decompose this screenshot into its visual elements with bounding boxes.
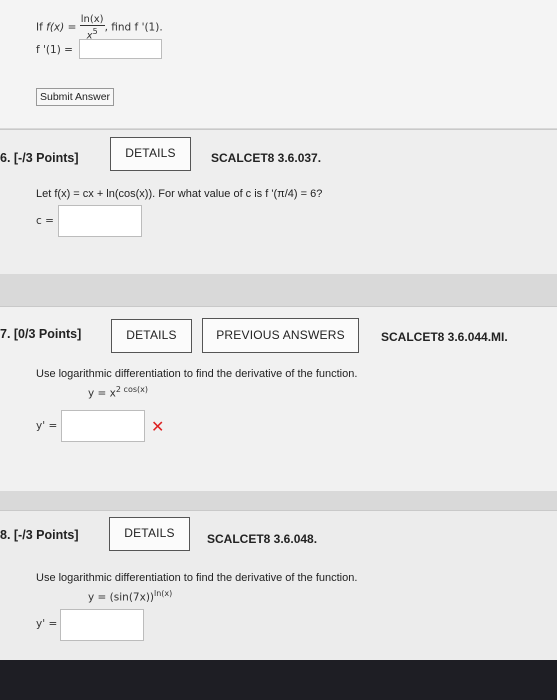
details-button[interactable]: DETAILS — [110, 137, 191, 171]
answer-label: c = — [36, 215, 54, 227]
answer-label: y' = — [36, 618, 58, 630]
fraction-numerator: ln(x) — [79, 14, 105, 26]
answer-input[interactable] — [61, 410, 145, 442]
footer-bar — [0, 660, 557, 700]
prompt-tail: , find f '(1). — [104, 21, 163, 34]
question-8-points: 8. [-/3 Points] — [0, 528, 79, 542]
question-7-text: Use logarithmic differentiation to find … — [36, 368, 358, 380]
question-8-panel: 8. [-/3 Points] DETAILS SCALCET8 3.6.048… — [0, 510, 557, 660]
answer-input[interactable] — [79, 39, 162, 59]
answer-label: f '(1) = — [36, 44, 73, 56]
question-7-panel: 7. [0/3 Points] DETAILS PREVIOUS ANSWERS… — [0, 306, 557, 491]
function-base: y = x — [88, 387, 116, 400]
prompt-eq: = — [67, 21, 77, 34]
function-display: y = x2 cos(x) — [88, 385, 148, 400]
submit-answer-button[interactable]: Submit Answer — [36, 88, 115, 106]
question-6-points: 6. [-/3 Points] — [0, 151, 79, 165]
question-8-text: Use logarithmic differentiation to find … — [36, 572, 358, 584]
question-7-points: 7. [0/3 Points] — [0, 327, 82, 341]
incorrect-icon: ✕ — [151, 419, 165, 436]
previous-answers-button[interactable]: PREVIOUS ANSWERS — [202, 318, 359, 353]
function-display: y = (sin(7x))ln(x) — [88, 589, 172, 604]
question-8-code: SCALCET8 3.6.048. — [207, 532, 318, 546]
question-6-panel: 6. [-/3 Points] DETAILS SCALCET8 3.6.037… — [0, 129, 557, 274]
function-exponent: ln(x) — [154, 589, 173, 598]
details-button[interactable]: DETAILS — [109, 517, 190, 551]
prompt-fx: f(x) — [46, 21, 65, 34]
function-exponent: 2 cos(x) — [115, 385, 148, 394]
answer-input[interactable] — [60, 609, 144, 641]
question-6-code: SCALCET8 3.6.037. — [211, 151, 322, 165]
details-button[interactable]: DETAILS — [111, 319, 192, 353]
question-7-code: SCALCET8 3.6.044.MI. — [381, 330, 508, 344]
question-5-prompt: If f(x) = ln(x) x5 , find f '(1). — [36, 14, 163, 41]
question-6-text: Let f(x) = cx + ln(cos(x)). For what val… — [36, 188, 323, 200]
answer-input[interactable] — [58, 205, 142, 237]
function-base: y = (sin(7x)) — [88, 591, 155, 604]
denominator-exponent: 5 — [92, 27, 98, 36]
fraction: ln(x) x5 — [79, 14, 105, 41]
question-5-panel: If f(x) = ln(x) x5 , find f '(1). f '(1)… — [0, 0, 557, 128]
prompt-if: If — [36, 21, 43, 34]
answer-label: y' = — [36, 420, 58, 432]
